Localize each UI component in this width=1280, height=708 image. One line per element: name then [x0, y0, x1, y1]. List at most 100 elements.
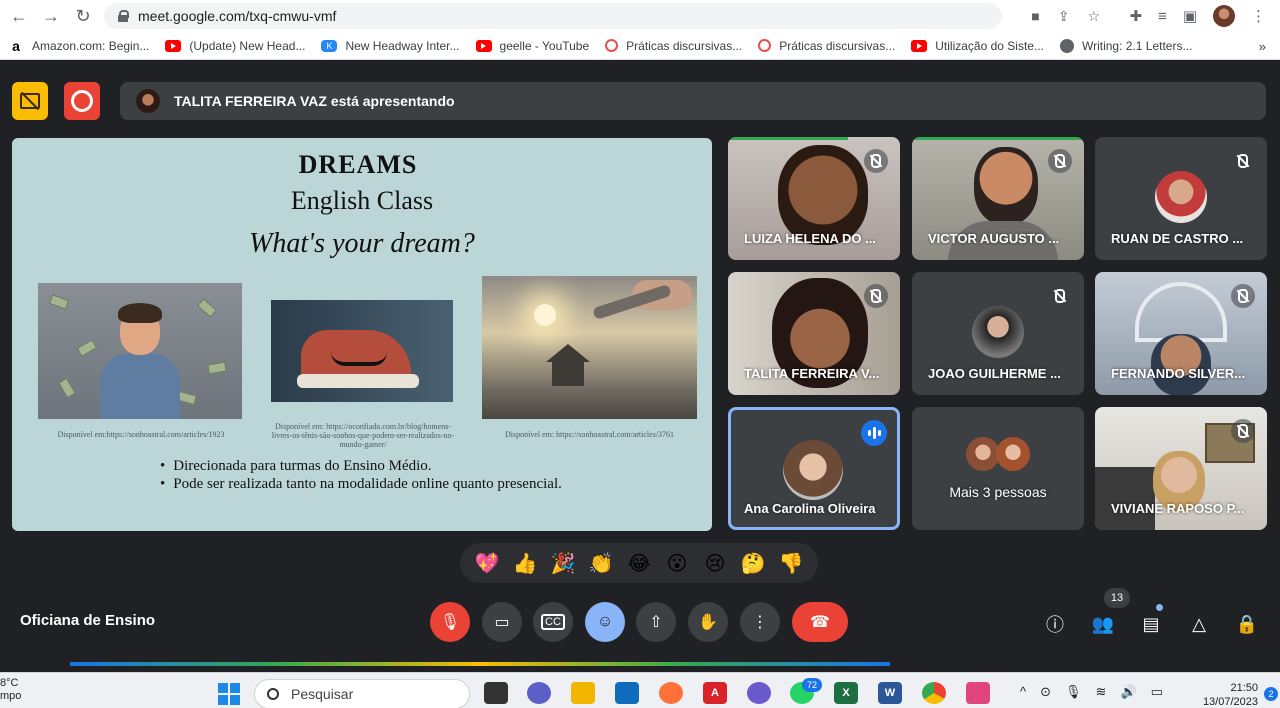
kebab-menu-icon: ⋮: [752, 614, 768, 631]
start-button[interactable]: [218, 683, 240, 705]
participant-tile-speaking[interactable]: Ana Carolina Oliveira: [728, 407, 900, 530]
battery-icon[interactable]: ▭: [1151, 684, 1163, 700]
meeting-info-button[interactable]: ⓘ: [1041, 610, 1069, 638]
camera-toggle-button[interactable]: ▭: [482, 602, 522, 642]
slide-question: What's your dream?: [249, 228, 475, 259]
camera-icon[interactable]: ■: [1031, 8, 1039, 25]
bookmarks-bar: a Amazon.com: Begin... (Update) New Head.…: [0, 32, 1280, 60]
meet-window: TALITA FERREIRA VAZ está apresentando DR…: [0, 66, 1280, 666]
bullet-item: Pode ser realizada tanto na modalidade o…: [160, 475, 562, 493]
bookmark-writing[interactable]: Writing: 2.1 Letters...: [1059, 38, 1192, 53]
app-icon[interactable]: [747, 682, 771, 704]
reading-list-icon[interactable]: ≡: [1158, 8, 1167, 25]
color-strip: [70, 662, 890, 666]
bookmark-praticas-2[interactable]: Práticas discursivas...: [758, 39, 895, 53]
participant-tile[interactable]: TALITA FERREIRA V...: [728, 272, 900, 395]
emoji-reactions-button[interactable]: ☺: [585, 602, 625, 642]
reaction-thumbs-up-button[interactable]: 👍: [510, 551, 540, 576]
presenting-banner: TALITA FERREIRA VAZ está apresentando: [120, 82, 1266, 120]
host-controls-button[interactable]: 🔒: [1233, 610, 1261, 638]
leave-call-button[interactable]: ☎: [792, 602, 848, 642]
participant-tile[interactable]: LUIZA HELENA DO ...: [728, 137, 900, 260]
meeting-title: Oficiana de Ensino: [20, 612, 156, 629]
profile-avatar[interactable]: [1213, 5, 1235, 27]
participant-tile[interactable]: FERNANDO SILVER...: [1095, 272, 1267, 395]
file-explorer-icon[interactable]: [571, 682, 595, 704]
firefox-icon[interactable]: [659, 682, 683, 704]
unread-dot: [1156, 604, 1163, 611]
more-options-button[interactable]: ⋮: [740, 602, 780, 642]
wifi-icon[interactable]: ≋: [1096, 684, 1107, 700]
recording-button[interactable]: [64, 82, 100, 120]
slide-subtitle: English Class: [290, 186, 434, 215]
speaking-indicator-icon: [861, 420, 887, 446]
raise-hand-button[interactable]: ✋: [688, 602, 728, 642]
slide-title: DREAMS: [298, 150, 418, 179]
network-icon[interactable]: ⊙: [1040, 684, 1051, 700]
reaction-sad-button[interactable]: 😢: [700, 551, 730, 576]
participant-name: TALITA FERREIRA V...: [744, 366, 880, 381]
vk-icon: K: [321, 39, 338, 52]
reaction-laugh-button[interactable]: 😂: [624, 551, 654, 576]
acrobat-icon[interactable]: A: [703, 682, 727, 704]
forward-arrow-icon[interactable]: →: [38, 3, 64, 29]
weather-widget[interactable]: 8°C mpo: [0, 677, 21, 703]
chrome-icon[interactable]: [922, 682, 946, 704]
image-caption: Disponível em:https://sonhoastral.com/ar…: [57, 430, 225, 439]
target-icon: [605, 39, 619, 52]
whatsapp-badge: 72: [802, 678, 822, 692]
activities-button[interactable]: △: [1185, 610, 1213, 638]
reaction-clap-button[interactable]: 👏: [586, 551, 616, 576]
reaction-heart-button[interactable]: 💖: [472, 551, 502, 576]
participant-tile[interactable]: RUAN DE CASTRO ...: [1095, 137, 1267, 260]
volume-icon[interactable]: 🔊: [1120, 684, 1136, 700]
mail-icon[interactable]: [615, 682, 639, 704]
captions-button[interactable]: CC: [533, 602, 573, 642]
people-button[interactable]: 👥: [1089, 610, 1117, 638]
presentation-slide[interactable]: DREAMS English Class What's your dream? …: [12, 138, 712, 531]
participant-tile[interactable]: VICTOR AUGUSTO ...: [912, 137, 1084, 260]
bookmark-utilizacao[interactable]: Utilização do Siste...: [911, 39, 1044, 53]
search-icon: [267, 688, 279, 700]
participant-tile[interactable]: VIVIANE RAPOSO P...: [1095, 407, 1267, 530]
participant-tile[interactable]: JOAO GUILHERME ...: [912, 272, 1084, 395]
bookmark-amazon[interactable]: a Amazon.com: Begin...: [8, 38, 149, 54]
bookmark-new-headway[interactable]: K New Headway Inter...: [321, 39, 460, 53]
reaction-thinking-button[interactable]: 🤔: [738, 551, 768, 576]
reaction-surprised-button[interactable]: 😮: [662, 551, 692, 576]
task-view-icon[interactable]: [484, 682, 508, 704]
menu-kebab-icon[interactable]: ⋮: [1251, 7, 1266, 25]
word-icon[interactable]: W: [878, 682, 902, 704]
microphone-icon[interactable]: 🎙: [1065, 684, 1082, 700]
mic-toggle-button[interactable]: 🎙: [430, 602, 470, 642]
reload-icon[interactable]: ↻: [70, 3, 96, 29]
image-caption: Disponível em: https://sonhoastral.com/a…: [504, 430, 675, 439]
teams-icon[interactable]: [527, 682, 551, 704]
share-icon[interactable]: ⇪: [1058, 8, 1070, 25]
present-icon: ⇧: [649, 614, 663, 631]
excel-icon[interactable]: X: [834, 682, 858, 704]
mic-off-icon: [1231, 284, 1255, 308]
participant-name: LUIZA HELENA DO ...: [744, 231, 876, 246]
captions-off-button[interactable]: [12, 82, 48, 120]
extensions-icon[interactable]: ✚: [1129, 7, 1142, 25]
side-panel-icon[interactable]: ▣: [1183, 7, 1197, 25]
mic-off-icon: [1048, 149, 1072, 173]
star-icon[interactable]: ☆: [1087, 8, 1100, 25]
back-arrow-icon[interactable]: ←: [6, 3, 32, 29]
chat-button[interactable]: ▤: [1137, 610, 1165, 638]
more-people-tile[interactable]: Mais 3 pessoas: [912, 407, 1084, 530]
snipping-tool-icon[interactable]: [966, 682, 990, 704]
taskbar-search[interactable]: Pesquisar: [254, 679, 470, 708]
present-screen-button[interactable]: ⇧: [636, 602, 676, 642]
bookmark-geelle-youtube[interactable]: geelle - YouTube: [475, 39, 589, 53]
notification-badge[interactable]: 2: [1264, 687, 1278, 701]
bookmark-praticas-1[interactable]: Práticas discursivas...: [605, 39, 742, 53]
more-bookmarks-button[interactable]: »: [1259, 39, 1266, 54]
chevron-up-icon[interactable]: ^: [1020, 684, 1026, 700]
bookmark-update-new-headway[interactable]: (Update) New Head...: [165, 39, 305, 53]
reaction-party-button[interactable]: 🎉: [548, 551, 578, 576]
address-bar[interactable]: meet.google.com/txq-cmwu-vmf: [104, 3, 1002, 29]
taskbar-clock[interactable]: 21:50 13/07/2023: [1196, 681, 1258, 708]
reaction-thumbs-down-button[interactable]: 👎: [776, 551, 806, 576]
